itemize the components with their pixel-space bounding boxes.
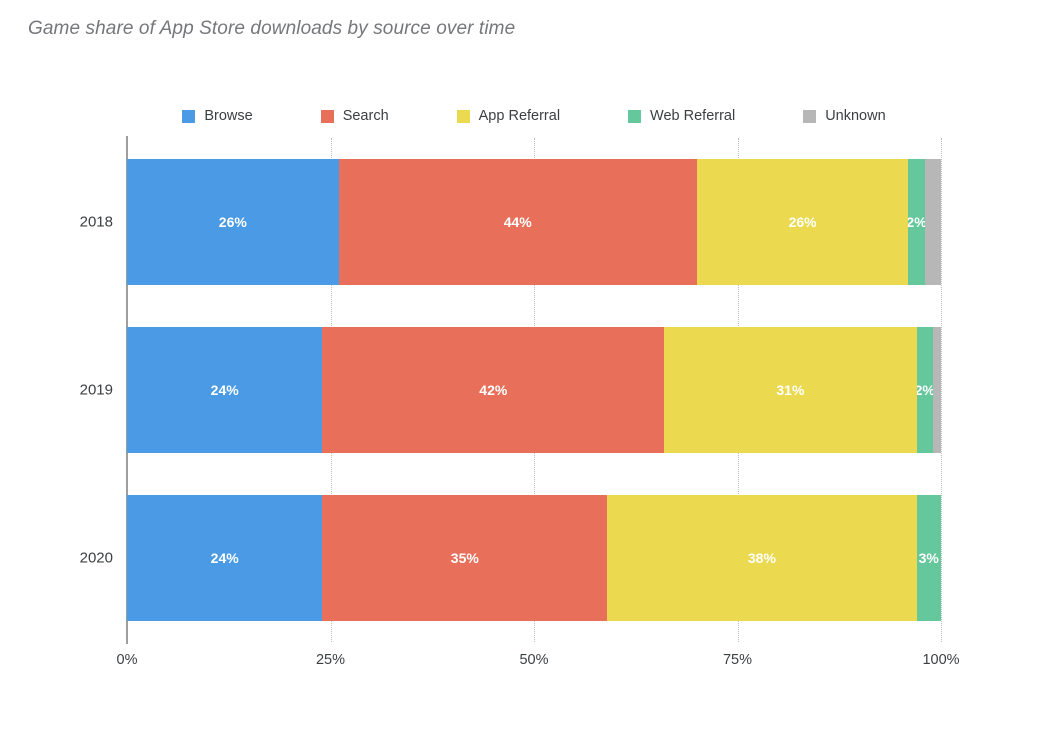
x-axis-tick-0: 0%	[116, 652, 138, 668]
y-axis-tick-labels: 2018 2019 2020	[0, 138, 113, 642]
chart-title: Game share of App Store downloads by sou…	[28, 18, 516, 39]
bar-segment-label: 38%	[747, 550, 776, 566]
x-axis-tick-25: 25%	[315, 652, 346, 668]
legend-item-label: Web Referral	[650, 107, 736, 124]
legend-item-label: Unknown	[825, 107, 886, 124]
gridline-100	[941, 138, 943, 642]
bar-segment-2018-web-referral[interactable]: 2%	[908, 159, 925, 285]
legend-swatch-icon	[803, 109, 817, 123]
legend-swatch-icon	[182, 109, 196, 123]
bar-segment-2020-web-referral[interactable]: 3%	[916, 495, 941, 621]
bar-segment-2019-app-referral[interactable]: 31%	[664, 327, 917, 453]
bar-segment-label: 35%	[450, 550, 479, 566]
y-axis-tick-2018: 2018	[79, 213, 113, 231]
bar-segment-2019-browse[interactable]: 24%	[127, 327, 323, 453]
legend-item-label: App Referral	[478, 107, 561, 124]
bar-segment-label: 24%	[210, 382, 239, 398]
y-axis-tick-2020: 2020	[79, 549, 113, 567]
legend-item-label: Browse	[204, 107, 253, 124]
plot-area: 26% 44% 26% 2% 24% 42% 31% 2% 24% 35% 38% 3%	[127, 138, 941, 642]
bar-segment-2018-app-referral[interactable]: 26%	[696, 159, 909, 285]
bar-segment-2020-app-referral[interactable]: 38%	[607, 495, 917, 621]
bar-segment-2020-browse[interactable]: 24%	[127, 495, 323, 621]
y-axis-tick-2019: 2019	[79, 381, 113, 399]
chart-legend: Browse Search App Referral Web Referral Unkn…	[127, 105, 941, 127]
legend-item-browse[interactable]: Browse	[182, 107, 253, 124]
bar-segment-label: 31%	[776, 382, 805, 398]
bar-segment-2018-browse[interactable]: 26%	[127, 159, 339, 285]
legend-swatch-icon	[628, 109, 642, 123]
x-axis-tick-100: 100%	[922, 652, 960, 668]
bar-segment-2019-unknown[interactable]	[932, 327, 941, 453]
bar-group-2018: 26% 44% 26% 2%	[127, 159, 941, 285]
legend-item-label: Search	[342, 107, 389, 124]
bar-segment-label: 24%	[210, 550, 239, 566]
bar-segment-2018-search[interactable]: 44%	[338, 159, 697, 285]
bar-segment-label: 42%	[479, 382, 508, 398]
chart-container: Game share of App Store downloads by sou…	[0, 0, 1042, 730]
bar-segment-label: 3%	[918, 550, 939, 566]
legend-item-app-referral[interactable]: App Referral	[456, 107, 561, 124]
bar-segment-label: 26%	[218, 214, 247, 230]
bar-segment-label: 26%	[788, 214, 817, 230]
bar-segment-2018-unknown[interactable]	[924, 159, 941, 285]
bar-group-2019: 24% 42% 31% 2%	[127, 327, 941, 453]
bar-segment-label: 44%	[503, 214, 532, 230]
legend-swatch-icon	[456, 109, 470, 123]
bar-segment-2019-web-referral[interactable]: 2%	[916, 327, 933, 453]
bar-segment-2019-search[interactable]: 42%	[322, 327, 665, 453]
bar-segment-label: 2%	[908, 214, 924, 230]
x-axis-tick-75: 75%	[722, 652, 753, 668]
bar-segment-label: 2%	[916, 382, 933, 398]
legend-swatch-icon	[320, 109, 334, 123]
bar-group-2020: 24% 35% 38% 3%	[127, 495, 941, 621]
legend-item-web-referral[interactable]: Web Referral	[628, 109, 735, 124]
x-axis-tick-50: 50%	[519, 652, 549, 668]
bar-segment-2020-search[interactable]: 35%	[322, 495, 608, 621]
legend-item-unknown[interactable]: Unknown	[803, 107, 886, 124]
legend-item-search[interactable]: Search	[320, 107, 389, 124]
